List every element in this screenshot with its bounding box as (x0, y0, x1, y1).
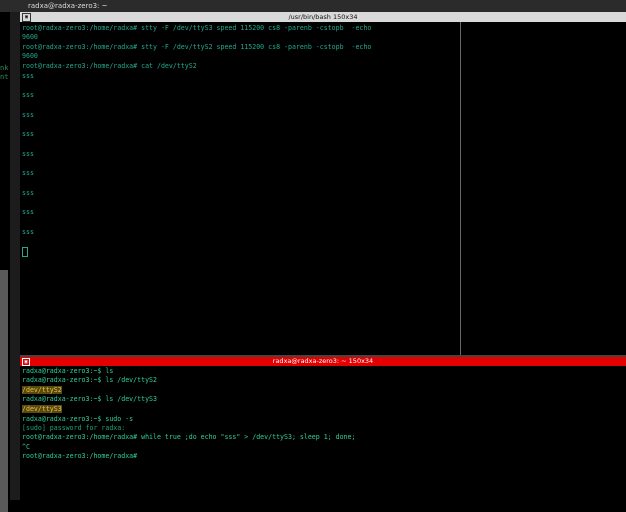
terminal-bottom-header[interactable]: ▣ radxa@radxa-zero3: ~ 150x34 (20, 357, 626, 366)
terminal-line: root@radxa-zero3:/home/radxa# stty -F /d… (22, 43, 372, 51)
terminal-top[interactable]: root@radxa-zero3:/home/radxa# stty -F /d… (20, 22, 626, 355)
terminal-line: sss (22, 72, 34, 80)
terminal-line: root@radxa-zero3:/home/radxa# stty -F /d… (22, 24, 372, 32)
terminal-line: sss (22, 150, 34, 158)
terminal-line: radxa@radxa-zero3:~$ ls /dev/ttyS3 (22, 395, 157, 403)
column-guide (460, 22, 461, 355)
terminal-line: 9600 (22, 33, 38, 41)
terminal-line: sss (22, 130, 34, 138)
left-fragment: nk (0, 64, 9, 72)
terminal-line: sss (22, 169, 34, 177)
terminal-line: radxa@radxa-zero3:~$ sudo -s (22, 415, 134, 423)
terminal-line: sss (22, 208, 34, 216)
terminal-line: /dev/ttyS3 (22, 405, 62, 414)
terminal-top-title: /usr/bin/bash 150x34 (288, 13, 358, 21)
terminal-bottom[interactable]: radxa@radxa-zero3:~$ ls radxa@radxa-zero… (20, 366, 626, 500)
terminal-line: sss (22, 228, 34, 236)
terminal-line: root@radxa-zero3:/home/radxa# cat /dev/t… (22, 62, 197, 70)
pane-gap (10, 12, 20, 500)
terminal-line: sss (22, 111, 34, 119)
terminal-line: root@radxa-zero3:/home/radxa# (22, 452, 138, 460)
terminal-line: sss (22, 189, 34, 197)
window-title: radxa@radxa-zero3: ~ (28, 2, 108, 10)
terminal-line: [sudo] password for radxa: (22, 424, 126, 432)
left-fragment: nt (0, 73, 9, 81)
terminal-top-header[interactable]: ▣ /usr/bin/bash 150x34 (20, 12, 626, 22)
window-titlebar: radxa@radxa-zero3: ~ (0, 0, 626, 12)
left-pane: nk nt (0, 12, 10, 512)
terminal-bottom-title: radxa@radxa-zero3: ~ 150x34 (272, 357, 374, 365)
terminal-line: radxa@radxa-zero3:~$ ls (22, 367, 114, 375)
terminal-line: 9600 (22, 52, 38, 60)
terminal-line: root@radxa-zero3:/home/radxa# while true… (22, 433, 356, 441)
terminal-line: /dev/ttyS2 (22, 386, 62, 395)
file-path-highlight: /dev/ttyS2 (22, 386, 62, 394)
terminal-line: sss (22, 91, 34, 99)
terminal-line: ^C (22, 443, 30, 451)
terminal-cursor (22, 247, 28, 257)
file-path-highlight: /dev/ttyS3 (22, 405, 62, 413)
scrollbar[interactable] (0, 270, 8, 512)
terminal-line: radxa@radxa-zero3:~$ ls /dev/ttyS2 (22, 376, 157, 384)
